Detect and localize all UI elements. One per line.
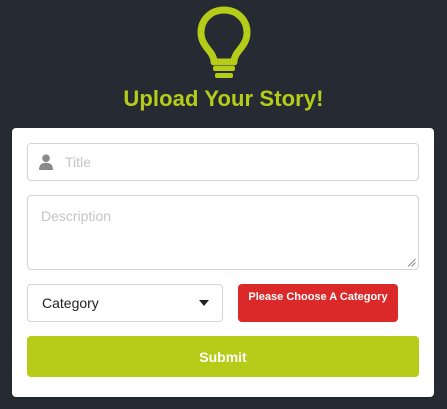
description-input[interactable] (28, 196, 418, 269)
category-select[interactable]: Category (27, 284, 223, 322)
description-field[interactable] (27, 195, 419, 270)
page-title: Upload Your Story! (123, 86, 324, 111)
lightbulb-icon (197, 6, 251, 78)
user-icon (39, 154, 53, 170)
title-field[interactable] (27, 143, 419, 181)
title-input[interactable] (65, 144, 405, 180)
upload-form: Category Please Choose A Category Submit (12, 128, 434, 397)
submit-button[interactable]: Submit (27, 336, 419, 377)
category-error-label: Please Choose A Category (238, 284, 398, 322)
resize-grip-icon[interactable] (407, 258, 416, 267)
caret-down-icon (199, 300, 209, 306)
category-selected-value: Category (42, 295, 99, 311)
